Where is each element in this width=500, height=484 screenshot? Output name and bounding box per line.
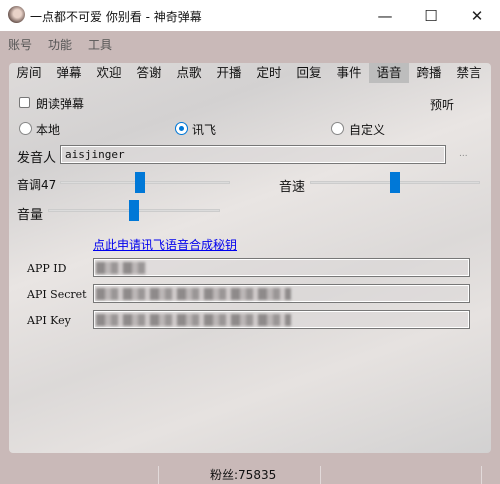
tab-reply[interactable]: 回复 (289, 63, 329, 83)
fans-count: 粉丝:75835 (210, 468, 277, 482)
speed-label: 音速 (279, 180, 306, 195)
api-key-input[interactable] (93, 310, 470, 329)
speaker-more-button[interactable]: ... (459, 149, 468, 159)
read-danmaku-checkbox[interactable] (19, 97, 30, 108)
tab-events[interactable]: 事件 (329, 63, 369, 83)
app-id-input[interactable] (93, 258, 470, 277)
api-secret-input[interactable] (93, 284, 470, 303)
status-divider (481, 466, 482, 484)
tab-welcome[interactable]: 欢迎 (89, 63, 129, 83)
menu-bar: 账号 功能 工具 (0, 31, 500, 57)
menu-account[interactable]: 账号 (8, 36, 32, 53)
engine-xunfei-label: 讯飞 (192, 123, 217, 137)
engine-xunfei-radio[interactable] (175, 122, 188, 135)
engine-custom-radio[interactable] (331, 122, 344, 135)
speed-slider-thumb[interactable] (390, 172, 400, 193)
pitch-slider-thumb[interactable] (134, 172, 145, 193)
pitch-slider-track[interactable] (60, 181, 230, 184)
tab-voice[interactable]: 语音 (369, 63, 409, 83)
close-button[interactable]: ✕ (454, 0, 500, 31)
speaker-input[interactable]: aisjinger (60, 145, 446, 164)
volume-slider-thumb[interactable] (129, 200, 139, 221)
status-divider (320, 466, 321, 484)
api-secret-label: API Secret (27, 288, 87, 301)
apply-key-link[interactable]: 点此申请讯飞语音合成秘钥 (93, 236, 237, 253)
tab-song[interactable]: 点歌 (169, 63, 209, 83)
pitch-label: 音调47 (17, 178, 57, 192)
preview-button[interactable]: 预听 (430, 96, 454, 113)
status-bar: 粉丝:75835 (0, 463, 500, 484)
tab-thanks[interactable]: 答谢 (129, 63, 169, 83)
speaker-label: 发音人 (17, 151, 57, 166)
volume-label: 音量 (17, 208, 44, 223)
api-key-label: API Key (27, 314, 71, 327)
tab-mute[interactable]: 禁言 (449, 63, 489, 83)
menu-tools[interactable]: 工具 (88, 36, 112, 53)
main-panel: 房间 弹幕 欢迎 答谢 点歌 开播 定时 回复 事件 语音 跨播 禁言 朗读弹幕… (9, 63, 491, 453)
tab-danmaku[interactable]: 弹幕 (49, 63, 89, 83)
read-danmaku-label: 朗读弹幕 (36, 97, 85, 111)
avatar (8, 6, 25, 23)
status-divider (158, 466, 159, 484)
window-title: 一点都不可爱 你别看 - 神奇弹幕 (30, 10, 202, 24)
engine-local-radio[interactable] (19, 122, 32, 135)
minimize-button[interactable]: — (362, 0, 408, 31)
maximize-button[interactable]: ☐ (408, 0, 454, 31)
tab-room[interactable]: 房间 (9, 63, 49, 83)
title-bar: 一点都不可爱 你别看 - 神奇弹幕 — ☐ ✕ (0, 0, 500, 31)
engine-local-label: 本地 (36, 123, 61, 137)
menu-features[interactable]: 功能 (48, 36, 72, 53)
tab-timer[interactable]: 定时 (249, 63, 289, 83)
engine-custom-label: 自定义 (349, 123, 386, 137)
tab-cross-live[interactable]: 跨播 (409, 63, 449, 83)
tab-live-start[interactable]: 开播 (209, 63, 249, 83)
app-id-label: APP ID (27, 262, 67, 275)
